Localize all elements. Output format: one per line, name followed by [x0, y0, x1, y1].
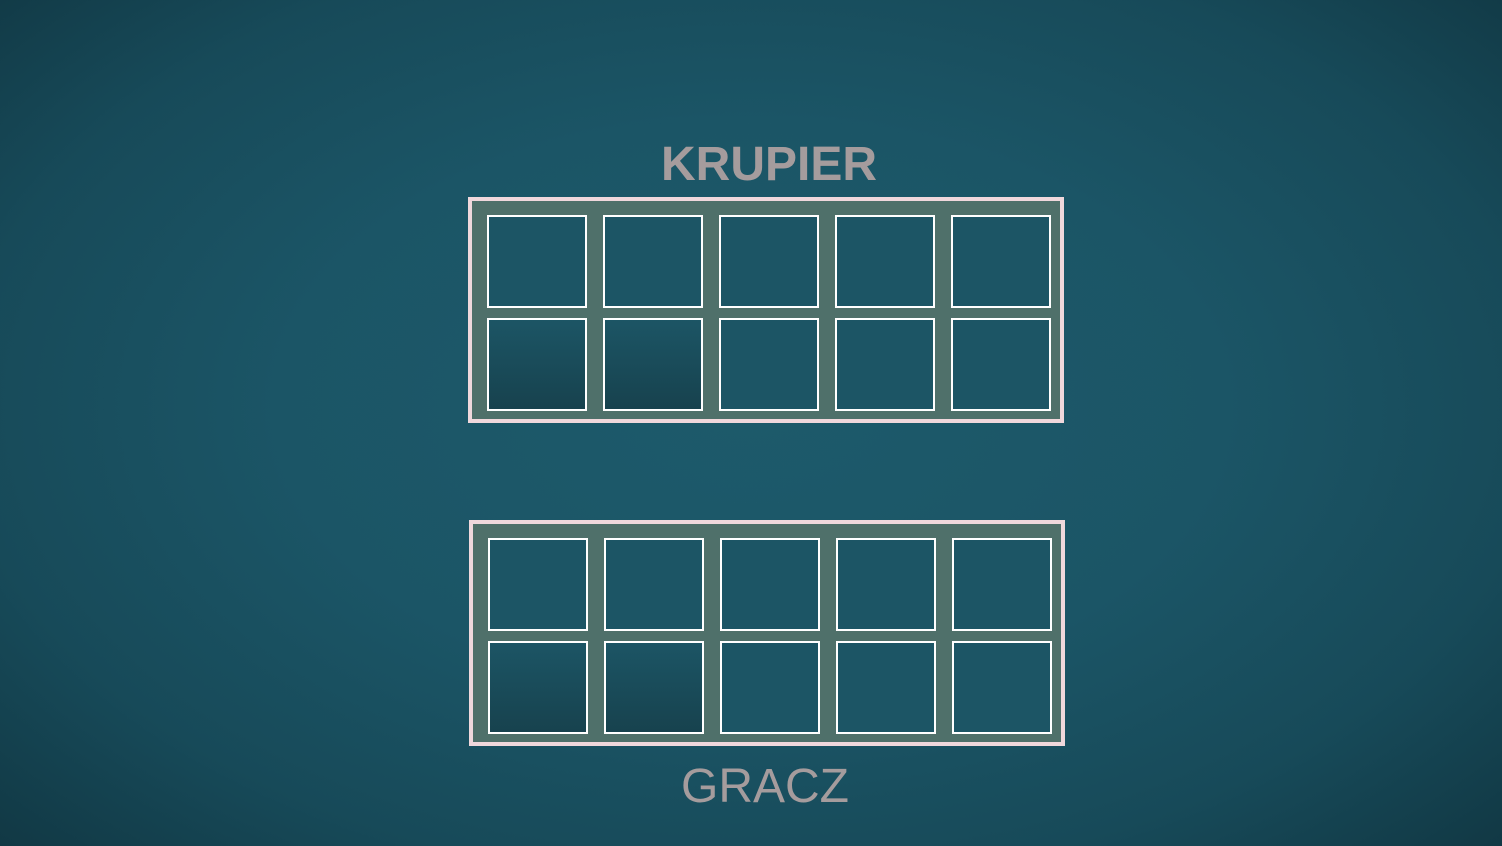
dealer-card-slot[interactable] [603, 318, 703, 411]
dealer-card-slot[interactable] [487, 215, 587, 308]
dealer-card-slot[interactable] [719, 318, 819, 411]
player-card-slot[interactable] [488, 641, 588, 734]
game-table: KRUPIER GRACZ [0, 0, 1502, 846]
dealer-card-slot[interactable] [719, 215, 819, 308]
dealer-card-slot[interactable] [603, 215, 703, 308]
dealer-label: KRUPIER [660, 138, 878, 191]
player-card-slot[interactable] [488, 538, 588, 631]
player-card-slot[interactable] [836, 538, 936, 631]
dealer-card-slot[interactable] [835, 215, 935, 308]
player-card-slot[interactable] [604, 538, 704, 631]
player-card-slot[interactable] [952, 641, 1052, 734]
player-card-slot[interactable] [952, 538, 1052, 631]
player-card-slot[interactable] [720, 538, 820, 631]
dealer-card-slot[interactable] [487, 318, 587, 411]
player-card-slot[interactable] [720, 641, 820, 734]
dealer-card-slot[interactable] [835, 318, 935, 411]
player-label: GRACZ [681, 760, 849, 813]
dealer-card-board [468, 197, 1064, 423]
dealer-card-slot[interactable] [951, 215, 1051, 308]
dealer-card-slot[interactable] [951, 318, 1051, 411]
player-card-slot[interactable] [836, 641, 936, 734]
player-card-board [469, 520, 1065, 746]
player-card-slot[interactable] [604, 641, 704, 734]
